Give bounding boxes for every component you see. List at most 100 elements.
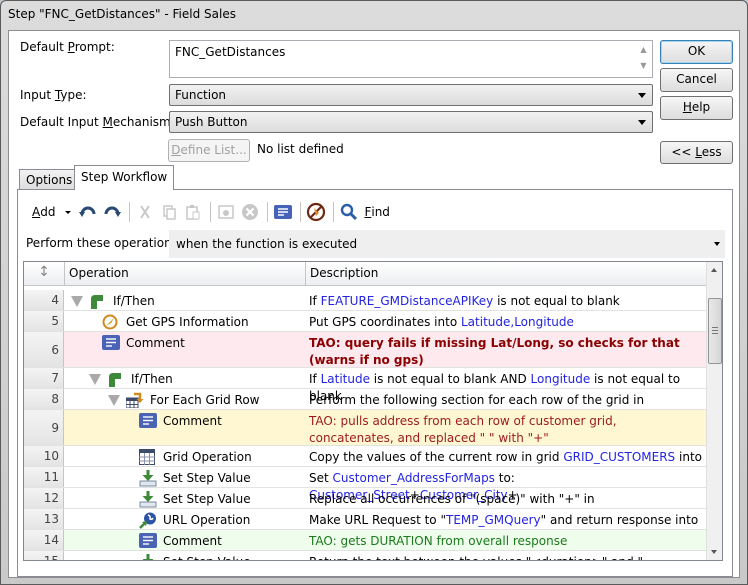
comment-icon: [139, 413, 157, 429]
table-row[interactable]: 4 If/Then If FEATURE_GMDistanceAPIKey is n…: [24, 290, 708, 311]
set-step-value-icon: [139, 470, 157, 487]
operation-cell[interactable]: If/Then: [65, 290, 305, 310]
table-row[interactable]: 13 URL Operation Make URL Request to "TEMP…: [24, 509, 708, 530]
help-button[interactable]: Help: [660, 96, 733, 120]
row-number[interactable]: 4: [24, 290, 64, 310]
paste-button[interactable]: [182, 201, 204, 223]
less-button[interactable]: << Less: [660, 141, 733, 164]
operation-cell[interactable]: URL Operation: [65, 509, 305, 529]
table-row[interactable]: 8 For Each Grid Row Perform the following …: [24, 389, 708, 410]
variable-reference[interactable]: TEMP_GMQuery: [446, 513, 541, 527]
cancel-button[interactable]: Cancel: [660, 68, 733, 92]
expand-collapse-icon[interactable]: [108, 394, 120, 406]
expand-collapse-icon[interactable]: [71, 295, 83, 307]
row-number[interactable]: 5: [24, 311, 64, 331]
description-cell[interactable]: If FEATURE_GMDistanceAPIKey is not equal…: [306, 290, 706, 313]
description-cell[interactable]: TAO: gets DURATION from overall response: [306, 530, 706, 553]
row-number[interactable]: 8: [24, 389, 64, 409]
description-cell[interactable]: Replace all occurrences of "(space)" wit…: [306, 488, 706, 511]
undo-button[interactable]: [77, 201, 99, 223]
find-button[interactable]: Find: [338, 201, 391, 223]
operation-cell[interactable]: Comment: [65, 530, 305, 550]
table-row[interactable]: 5 Get GPS Information Put GPS coordinates …: [24, 311, 708, 332]
input-mechanism-select[interactable]: Push Button: [169, 111, 653, 133]
table-row[interactable]: 7 If/Then If Latitude is not equal to blan…: [24, 368, 708, 403]
scrollbar-thumb[interactable]: [708, 298, 722, 364]
table-row[interactable]: 6 Comment TAO: query fails if missing Lat/…: [24, 332, 708, 368]
toolbar-separator: [210, 202, 212, 222]
table-row[interactable]: 9 Comment TAO: pulls address from each row…: [24, 410, 708, 446]
table-row[interactable]: 14 Comment TAO: gets DURATION from overall…: [24, 530, 708, 551]
description-cell[interactable]: Perform the following section for each r…: [306, 389, 706, 412]
disable-button[interactable]: [305, 201, 327, 223]
row-number[interactable]: 14: [24, 530, 64, 550]
row-number[interactable]: 9: [24, 410, 64, 445]
scroll-down-icon[interactable]: ▼: [636, 58, 651, 74]
operation-cell[interactable]: If/Then: [65, 368, 305, 388]
variable-reference[interactable]: FEATURE_GMDistanceAPIKey: [321, 294, 494, 308]
operation-cell[interactable]: Comment: [65, 332, 305, 367]
table-row[interactable]: 12 Set Step Value Replace all occurrences …: [24, 488, 708, 509]
define-list-button[interactable]: Define List...: [168, 139, 250, 162]
button-label: ind: [371, 205, 390, 219]
perform-operations-select[interactable]: when the function is executed: [169, 230, 725, 258]
ok-button[interactable]: OK: [660, 40, 733, 64]
description-cell[interactable]: Return the text between the values "<dur…: [306, 551, 706, 560]
redo-button[interactable]: [101, 201, 123, 223]
description-cell[interactable]: TAO: pulls address from each row of cust…: [306, 410, 706, 450]
variable-reference[interactable]: Customer_AddressForMaps: [333, 471, 495, 485]
operation-cell[interactable]: For Each Grid Row: [65, 389, 305, 409]
table-row[interactable]: 11 Set Step Value Set Customer_AddressForM…: [24, 467, 708, 502]
scroll-up-icon[interactable]: ▲: [636, 42, 651, 58]
tab-options[interactable]: Options: [19, 169, 80, 190]
row-number[interactable]: 15: [24, 551, 64, 560]
row-number[interactable]: 11: [24, 467, 64, 487]
grip-icon: [712, 327, 718, 334]
scroll-up-icon[interactable]: [711, 268, 717, 272]
comment-button[interactable]: [272, 201, 294, 223]
description-text: If: [309, 372, 321, 386]
variable-reference[interactable]: Latitude: [321, 372, 370, 386]
settings-button[interactable]: [215, 201, 237, 223]
variable-reference[interactable]: Latitude,Longitude: [461, 315, 574, 329]
description-cell[interactable]: Make URL Request to "TEMP_GMQuery" and r…: [306, 509, 706, 532]
scroll-down-icon[interactable]: [711, 550, 717, 554]
button-accel: H: [682, 100, 692, 114]
label-text: Default: [20, 40, 68, 54]
sort-handle-icon[interactable]: ↕: [24, 262, 65, 286]
label-text: Input: [20, 88, 55, 102]
operation-cell[interactable]: Grid Operation: [65, 446, 305, 466]
cut-button[interactable]: [134, 201, 156, 223]
operation-cell[interactable]: Set Step Value: [65, 488, 305, 508]
row-number[interactable]: 6: [24, 332, 64, 367]
row-number[interactable]: 7: [24, 368, 64, 388]
description-cell[interactable]: Copy the values of the current row in gr…: [306, 446, 706, 469]
add-dropdown-button[interactable]: [61, 201, 75, 223]
row-number[interactable]: 12: [24, 488, 64, 508]
copy-button[interactable]: [158, 201, 180, 223]
add-button[interactable]: Add: [28, 201, 59, 223]
description-cell[interactable]: Put GPS coordinates into Latitude,Longit…: [306, 311, 706, 334]
tab-step-workflow[interactable]: Step Workflow: [74, 165, 175, 190]
button-label: <<: [671, 145, 696, 159]
table-row[interactable]: 10 Grid Operation Copy the values of the c…: [24, 446, 708, 467]
default-prompt-input[interactable]: FNC_GetDistances ▲ ▼: [169, 40, 653, 78]
table-row[interactable]: 15 Set Step Value Return the text between …: [24, 551, 708, 560]
operation-cell[interactable]: Get GPS Information: [65, 311, 305, 331]
delete-button[interactable]: [239, 201, 261, 223]
column-header-description[interactable]: Description: [306, 262, 708, 286]
grid-vertical-scrollbar[interactable]: [706, 262, 722, 560]
variable-reference[interactable]: GRID_CUSTOMERS: [563, 450, 675, 464]
expand-collapse-icon[interactable]: [89, 373, 101, 385]
operation-cell[interactable]: Set Step Value: [65, 551, 305, 560]
input-type-select[interactable]: Function: [169, 84, 653, 106]
operation-cell[interactable]: Comment: [65, 410, 305, 445]
row-number[interactable]: 13: [24, 509, 64, 529]
column-header-operation[interactable]: Operation: [65, 262, 306, 286]
description-cell[interactable]: TAO: query fails if missing Lat/Long, so…: [306, 332, 706, 372]
prompt-scrollbar[interactable]: ▲ ▼: [636, 42, 651, 76]
toolbar-separator: [129, 202, 131, 222]
variable-reference[interactable]: Longitude: [531, 372, 591, 386]
operation-cell[interactable]: Set Step Value: [65, 467, 305, 487]
row-number[interactable]: 10: [24, 446, 64, 466]
